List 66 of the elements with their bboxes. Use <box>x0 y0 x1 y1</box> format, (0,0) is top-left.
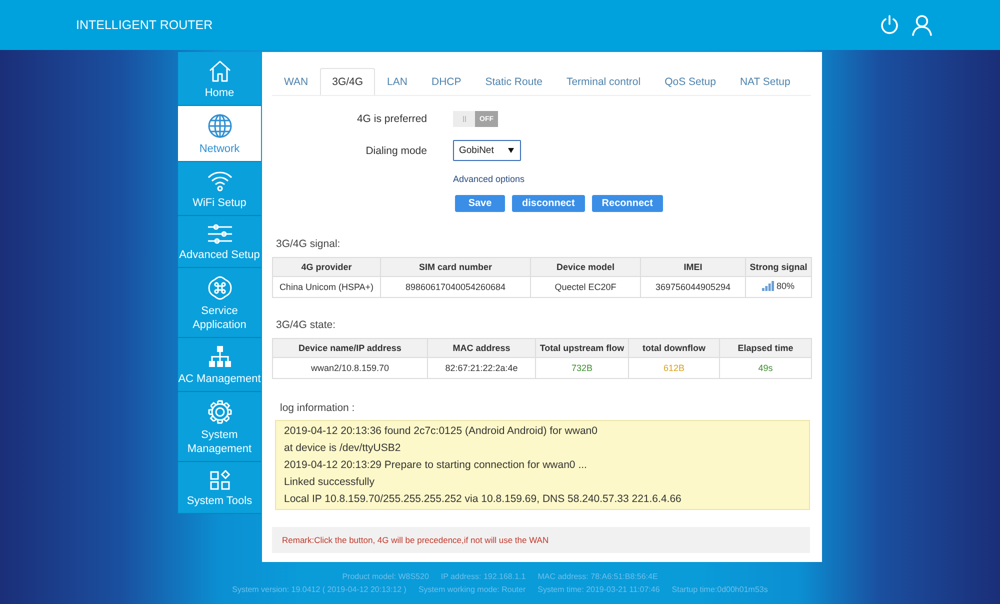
signal-bars-icon <box>762 281 774 291</box>
gear-icon <box>208 400 232 424</box>
system-info-text: IP address: 192.168.1.1 <box>440 572 526 581</box>
table-cell: wwan2/10.8.159.70 <box>272 358 428 378</box>
section-title: 3G/4G state: <box>275 319 337 331</box>
tab[interactable]: Static Route <box>473 68 554 95</box>
tab[interactable]: NAT Setup <box>728 68 802 95</box>
log-line: 2019-04-12 20:13:29 Prepare to starting connection for wwan0 ... <box>284 458 588 471</box>
hierarchy-icon <box>208 346 232 368</box>
nav-item[interactable]: Network <box>178 106 261 162</box>
table-cell: 89860617040054260684 <box>380 276 530 298</box>
table-cell: Quectel EC20F <box>530 276 640 298</box>
column-header: Total upstream flow <box>536 338 628 358</box>
field-label: Dialing mode <box>364 144 428 156</box>
tab[interactable]: WAN <box>272 68 320 95</box>
system-info-text: System working mode: Router <box>418 585 526 594</box>
apps-grid-icon <box>210 470 230 490</box>
column-header: Elapsed time <box>720 338 812 358</box>
column-header: 4G provider <box>272 258 380 276</box>
log-line: 2019-04-12 20:13:36 found 2c7c:0125 (Android Android) for wwan0 <box>284 425 598 438</box>
power-icon[interactable] <box>880 15 899 35</box>
system-info-text: MAC address: 78:A6:51:B8:56:4E <box>538 572 658 581</box>
tab[interactable]: 3G/4G <box>320 68 376 95</box>
wifi-icon <box>208 170 232 192</box>
column-header: IMEI <box>640 258 746 276</box>
disconnect-button[interactable]: disconnect <box>512 195 585 212</box>
tab[interactable]: QoS Setup <box>652 68 728 95</box>
command-key-icon <box>208 276 232 300</box>
grip-icon <box>462 116 466 122</box>
app-title: INTELLIGENT ROUTER <box>76 18 213 32</box>
system-info-text: System time: 2019-03-21 11:07:46 <box>538 585 660 594</box>
system-info-text: Product model: W8S520 <box>342 572 429 581</box>
signal-strength-text: 80% <box>776 281 794 291</box>
column-header: total downflow <box>628 338 720 358</box>
log-line: Local IP 10.8.159.70/255.255.255.252 via 10.8.159.69, DNS 58.240.57.33 221.6.4.66 <box>284 492 682 505</box>
log-line: at device is /dev/ttyUSB2 <box>284 442 402 454</box>
log-line: Linked successfully <box>284 476 376 488</box>
column-header: SIM card number <box>380 258 530 276</box>
column-header: MAC address <box>428 338 536 358</box>
field-label: 4G is preferred <box>356 113 428 125</box>
save-button[interactable]: Save <box>455 195 505 212</box>
user-icon[interactable] <box>912 14 932 36</box>
advanced-options-link[interactable]: Advanced options <box>453 174 525 184</box>
table-cell: 82:67:21:22:2a:4e <box>428 358 536 378</box>
table-cell: 732B <box>536 358 628 378</box>
system-info-text: Startup time:0d00h01m53s <box>672 585 768 594</box>
tab[interactable]: Terminal control <box>554 68 653 95</box>
column-header: Device name/IP address <box>272 338 428 358</box>
dropdown[interactable]: GobiNet <box>453 140 521 161</box>
house-icon <box>208 60 230 82</box>
column-header: Strong signal <box>746 258 812 276</box>
remark-note: Remark:Click the button, 4G will be precedence,if not will use the WAN <box>272 527 810 553</box>
section-title: 3G/4G signal: <box>275 238 342 250</box>
reconnect-button[interactable]: Reconnect <box>592 195 663 212</box>
globe-icon <box>208 114 232 138</box>
table-cell: China Unicom (HSPA+) <box>272 276 380 298</box>
table-cell: 369756044905294 <box>640 276 746 298</box>
column-header: Device model <box>530 258 640 276</box>
section-title: log information : <box>279 402 356 414</box>
table-cell: 49s <box>720 358 812 378</box>
tab[interactable]: LAN <box>375 68 420 95</box>
tab[interactable]: DHCP <box>419 68 474 95</box>
caret-icon <box>508 148 514 153</box>
table-cell: 612B <box>628 358 720 378</box>
system-info-text: System version: 19.0412 ( 2019-04-12 20:13:12 ) <box>232 585 406 594</box>
sliders-icon <box>208 224 232 244</box>
